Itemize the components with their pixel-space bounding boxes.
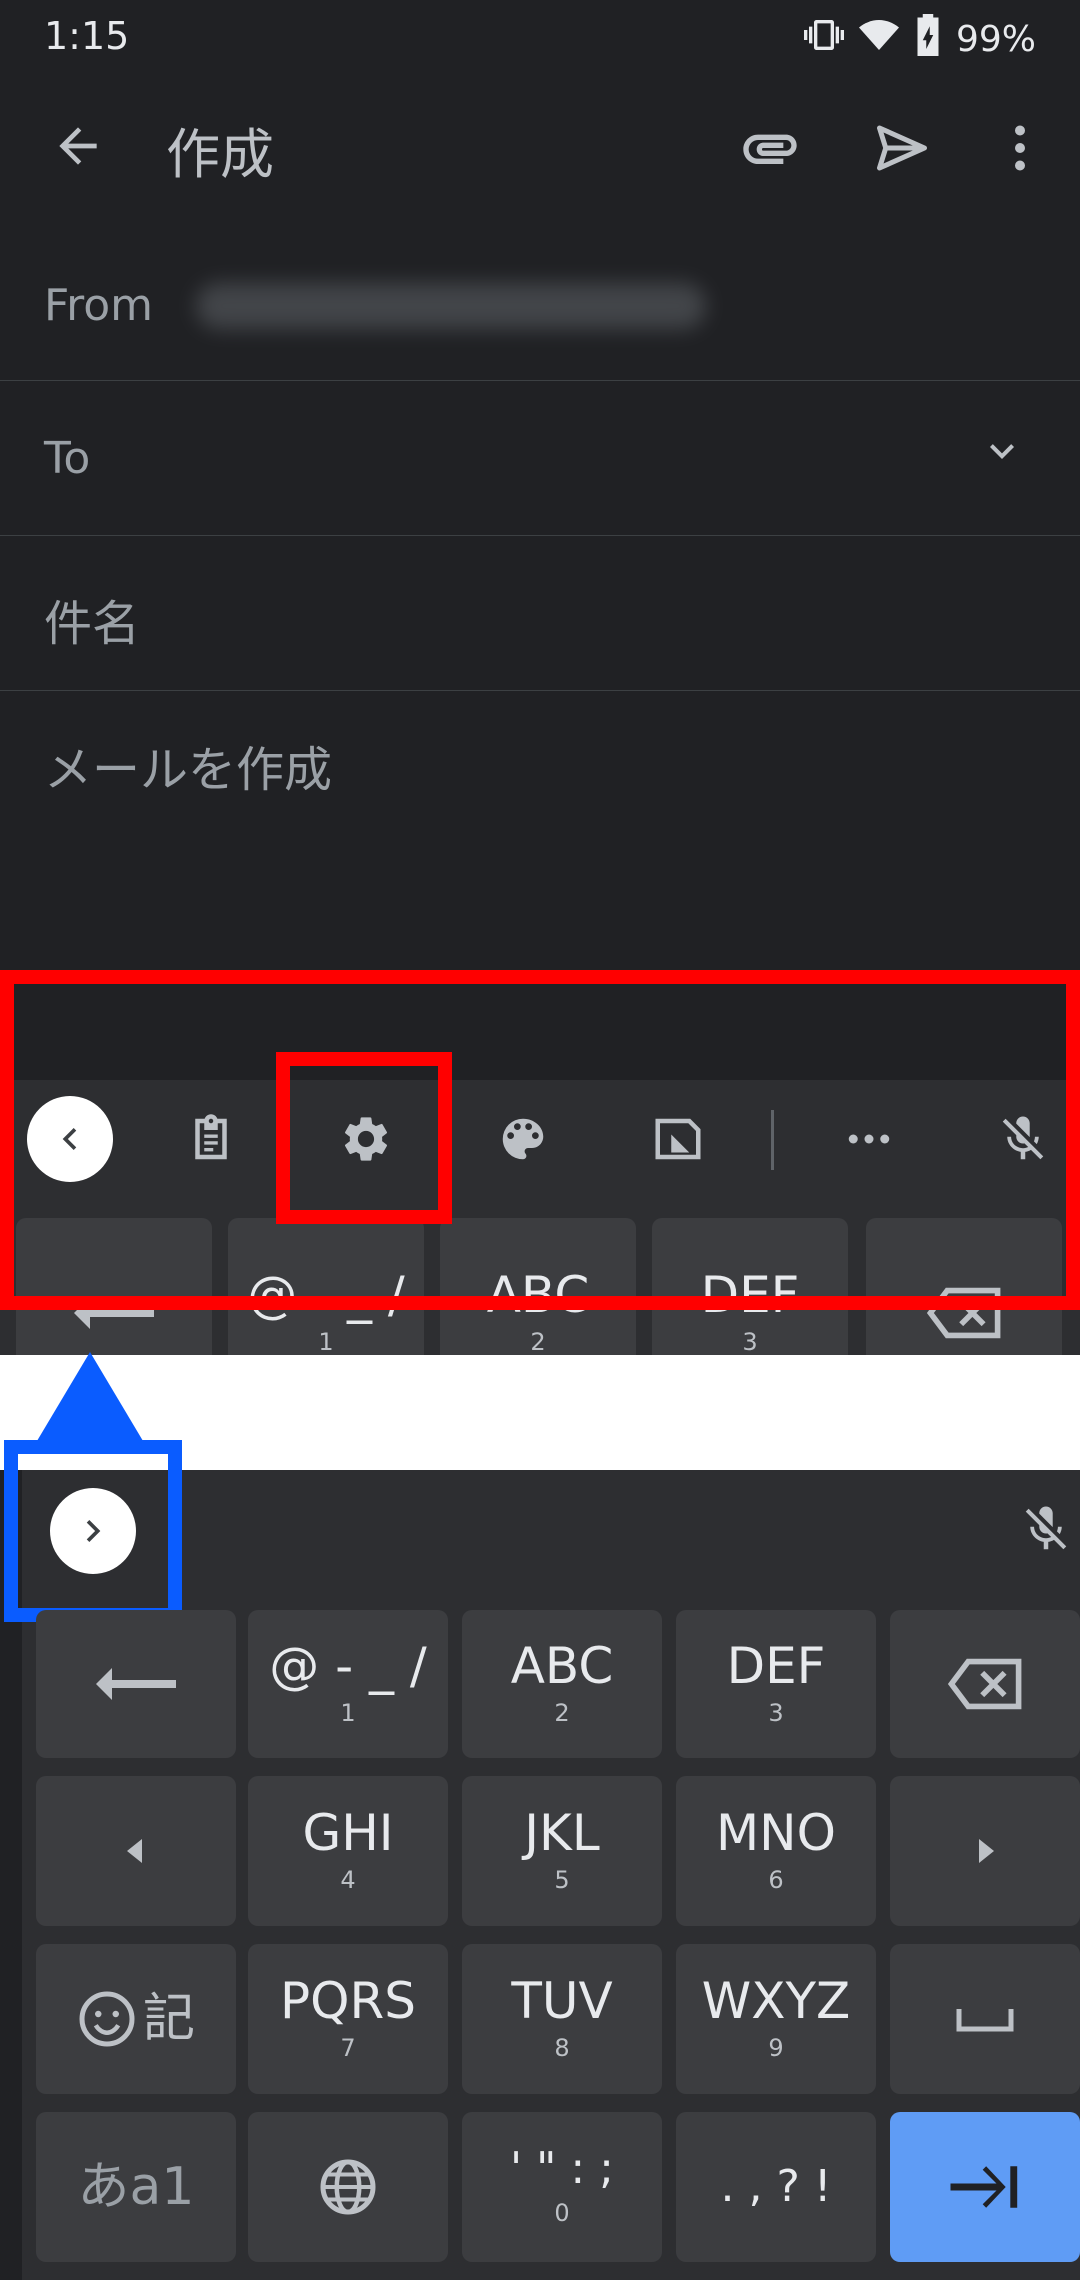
battery-percent: 99% (955, 19, 1036, 60)
key-3[interactable]: DEF 3 (676, 1610, 876, 1758)
subject-row[interactable]: 件名 (0, 536, 1080, 691)
cursor-right-key[interactable] (890, 1776, 1080, 1926)
more-vert-icon[interactable] (990, 108, 1050, 188)
vibrate-icon (803, 15, 844, 64)
key-1[interactable]: @ - _ / 1 (248, 1610, 448, 1758)
subject-input[interactable]: 件名 (44, 584, 140, 654)
wifi-icon (858, 15, 900, 64)
punctuation-key[interactable]: . , ? ! (676, 2112, 876, 2262)
input-mode-key[interactable]: あa1 (36, 2112, 236, 2262)
key-5[interactable]: JKL 5 (462, 1776, 662, 1926)
from-address-redacted (196, 283, 706, 329)
key-8[interactable]: TUV 8 (462, 1944, 662, 2094)
from-label: From (44, 280, 154, 331)
key-9[interactable]: WXYZ 9 (676, 1944, 876, 2094)
send-icon[interactable] (862, 108, 942, 188)
highlight-expand-box (4, 1440, 182, 1622)
battery-icon (914, 14, 942, 65)
back-arrow-icon[interactable] (40, 108, 116, 184)
backspace-key[interactable] (890, 1610, 1080, 1758)
highlight-toolbar-box (0, 970, 1080, 1310)
space-key[interactable] (890, 1944, 1080, 2094)
cursor-left-key[interactable] (36, 1776, 236, 1926)
body-input[interactable]: メールを作成 (44, 730, 332, 800)
input-mode-label: あa1 (77, 2157, 195, 2217)
key-0[interactable]: ' " : ; 0 (462, 2112, 662, 2262)
key-6[interactable]: MNO 6 (676, 1776, 876, 1926)
tab-next-key[interactable] (890, 2112, 1080, 2262)
status-icons: 99% (803, 14, 1036, 65)
highlight-settings-box (276, 1052, 452, 1224)
attach-icon[interactable] (730, 108, 810, 188)
mic-off-icon[interactable] (1016, 1496, 1076, 1562)
key-2[interactable]: ABC 2 (462, 1610, 662, 1758)
emoji-key[interactable]: 記 (36, 1944, 236, 2094)
key-7[interactable]: PQRS 7 (248, 1944, 448, 2094)
pointer-arrow (34, 1352, 146, 1446)
language-key[interactable] (248, 2112, 448, 2262)
to-label: To (44, 433, 91, 484)
page-title: 作成 (166, 123, 274, 186)
smiley-icon (79, 1991, 135, 2047)
globe-icon (320, 2159, 376, 2215)
chevron-down-icon[interactable] (972, 421, 1032, 481)
status-time: 1:15 (44, 14, 130, 58)
emoji-key-label: 記 (142, 1989, 195, 2049)
to-row[interactable]: To (0, 381, 1080, 536)
key-4[interactable]: GHI 4 (248, 1776, 448, 1926)
enter-left-key[interactable] (36, 1610, 236, 1758)
tab-arrow-icon (950, 2166, 1018, 2208)
